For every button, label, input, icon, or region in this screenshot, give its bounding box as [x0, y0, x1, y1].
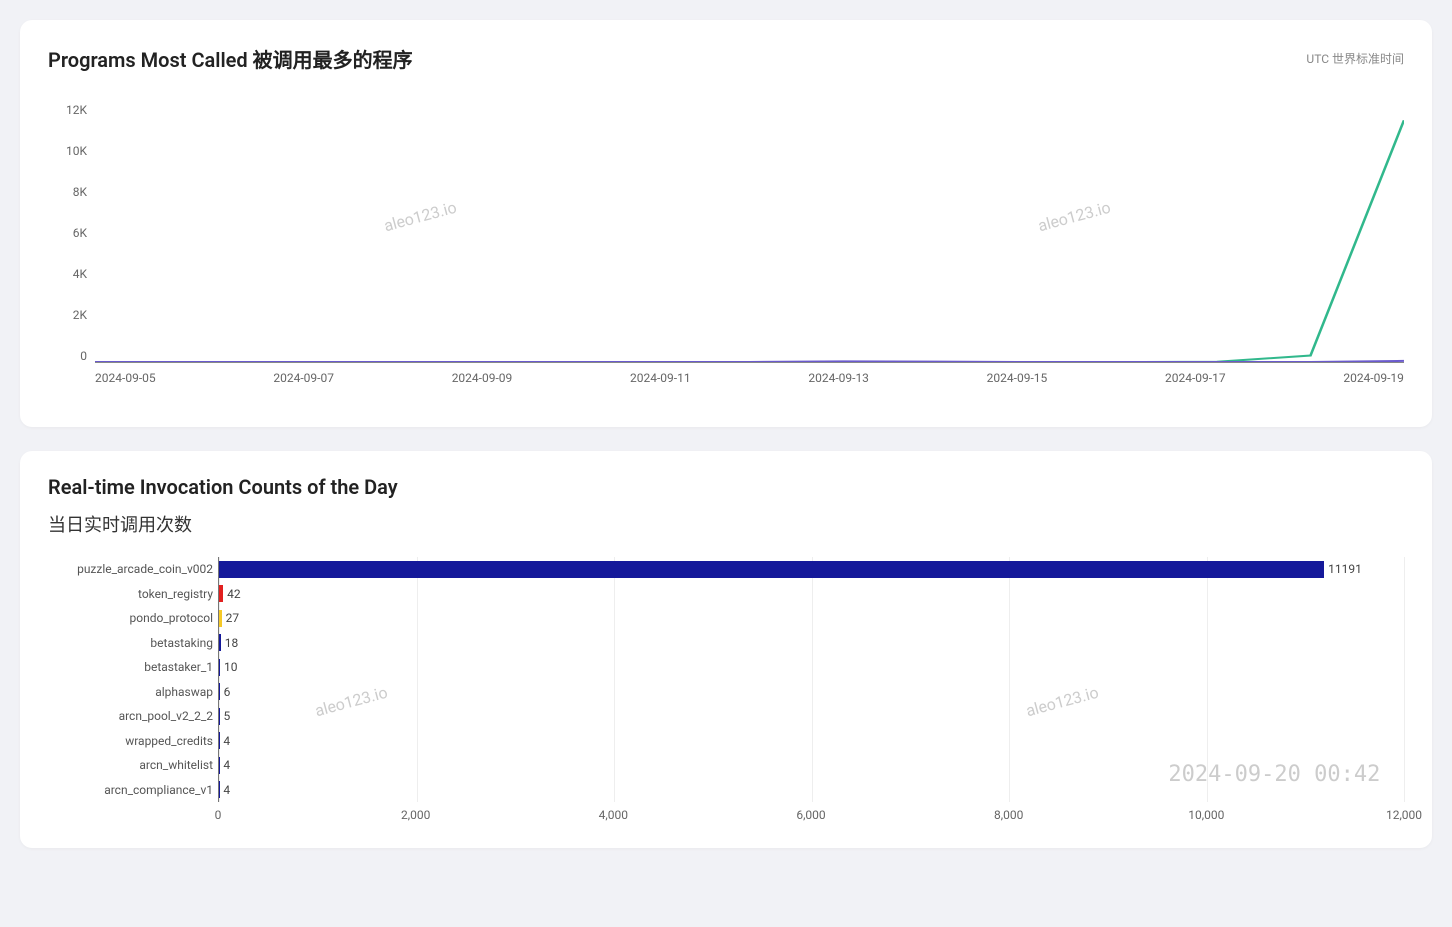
bar-label: arcn_compliance_v1 — [104, 783, 219, 797]
bar-x-tick: 4,000 — [599, 808, 628, 822]
grid-line — [1404, 557, 1405, 802]
bar-label: token_registry — [138, 587, 219, 601]
x-tick: 2024-09-15 — [987, 371, 1048, 385]
bar-fill — [219, 659, 220, 676]
y-tick: 2K — [73, 308, 87, 322]
bar-fill — [219, 561, 1324, 578]
line-series — [95, 120, 1404, 362]
bar-x-tick: 12,000 — [1386, 808, 1422, 822]
y-tick: 4K — [73, 267, 87, 281]
bar-fill — [219, 683, 220, 700]
bar-value: 18 — [225, 636, 239, 650]
bar-value: 5 — [223, 709, 230, 723]
card-note-utc: UTC 世界标准时间 — [1306, 50, 1404, 67]
bar-rows: aleo123.io aleo123.io 2024-09-20 00:42 p… — [218, 557, 1404, 802]
bar-x-tick: 2,000 — [401, 808, 430, 822]
bar-x-tick: 10,000 — [1188, 808, 1224, 822]
x-tick: 2024-09-11 — [630, 371, 691, 385]
bar-x-tick: 0 — [215, 808, 222, 822]
line-plot-area: aleo123.io aleo123.io — [95, 103, 1404, 363]
bar-row: wrapped_credits4 — [219, 729, 1404, 754]
line-chart[interactable]: 12K 10K 8K 6K 4K 2K 0 aleo123.io aleo123.io 20… — [66, 103, 1404, 403]
card-header: Programs Most Called 被调用最多的程序 UTC 世界标准时间 — [48, 44, 1404, 73]
bar-row: puzzle_arcade_coin_v00211191 — [219, 557, 1404, 582]
line-svg — [95, 103, 1404, 362]
bar-value: 42 — [227, 587, 241, 601]
bar-value: 4 — [223, 758, 230, 772]
line-x-axis: 2024-09-05 2024-09-07 2024-09-09 2024-09-11… — [95, 371, 1404, 385]
bar-value: 4 — [223, 783, 230, 797]
y-tick: 10K — [66, 144, 87, 158]
bar-x-tick: 6,000 — [796, 808, 825, 822]
bar-label: pondo_protocol — [130, 611, 219, 625]
y-tick: 8K — [73, 185, 87, 199]
bar-row: betastaking18 — [219, 631, 1404, 656]
x-tick: 2024-09-05 — [95, 371, 156, 385]
line-series — [95, 361, 1404, 362]
y-tick: 12K — [66, 103, 87, 117]
bar-value: 6 — [224, 685, 231, 699]
bar-label: betastaker_1 — [144, 660, 219, 674]
bar-label: puzzle_arcade_coin_v002 — [77, 562, 219, 576]
bar-label: arcn_whitelist — [139, 758, 219, 772]
bar-value: 11191 — [1328, 562, 1362, 576]
x-tick: 2024-09-19 — [1343, 371, 1404, 385]
x-tick: 2024-09-07 — [273, 371, 334, 385]
y-tick: 6K — [73, 226, 87, 240]
card-programs-most-called: Programs Most Called 被调用最多的程序 UTC 世界标准时间… — [20, 20, 1432, 427]
bar-row: alphaswap6 — [219, 680, 1404, 705]
card-title: Programs Most Called 被调用最多的程序 — [48, 44, 413, 73]
x-tick: 2024-09-09 — [452, 371, 513, 385]
bar-row: arcn_compliance_v14 — [219, 778, 1404, 803]
bar-value: 4 — [223, 734, 230, 748]
x-tick: 2024-09-17 — [1165, 371, 1226, 385]
bar-x-tick: 8,000 — [994, 808, 1023, 822]
bar-fill — [219, 610, 222, 627]
card-realtime-invocation: Real-time Invocation Counts of the Day 当… — [20, 451, 1432, 848]
bar-label: arcn_pool_v2_2_2 — [119, 709, 219, 723]
bar-fill — [219, 634, 221, 651]
bar-chart[interactable]: aleo123.io aleo123.io 2024-09-20 00:42 p… — [48, 557, 1404, 824]
bar-value: 27 — [226, 611, 240, 625]
bar-row: token_registry42 — [219, 582, 1404, 607]
bar-row: betastaker_110 — [219, 655, 1404, 680]
bar-row: pondo_protocol27 — [219, 606, 1404, 631]
bar-row: arcn_whitelist4 — [219, 753, 1404, 778]
bar-label: betastaking — [150, 636, 219, 650]
bar-x-axis: 02,0004,0006,0008,00010,00012,000 — [218, 808, 1404, 824]
bar-value: 10 — [224, 660, 238, 674]
line-y-axis: 12K 10K 8K 6K 4K 2K 0 — [66, 103, 95, 363]
card-title: Real-time Invocation Counts of the Day — [48, 475, 1404, 499]
x-tick: 2024-09-13 — [808, 371, 869, 385]
y-tick: 0 — [80, 349, 87, 363]
card-subtitle: 当日实时调用次数 — [48, 511, 1404, 537]
bar-row: arcn_pool_v2_2_25 — [219, 704, 1404, 729]
bar-label: wrapped_credits — [125, 734, 219, 748]
bar-label: alphaswap — [155, 685, 219, 699]
bar-fill — [219, 585, 223, 602]
